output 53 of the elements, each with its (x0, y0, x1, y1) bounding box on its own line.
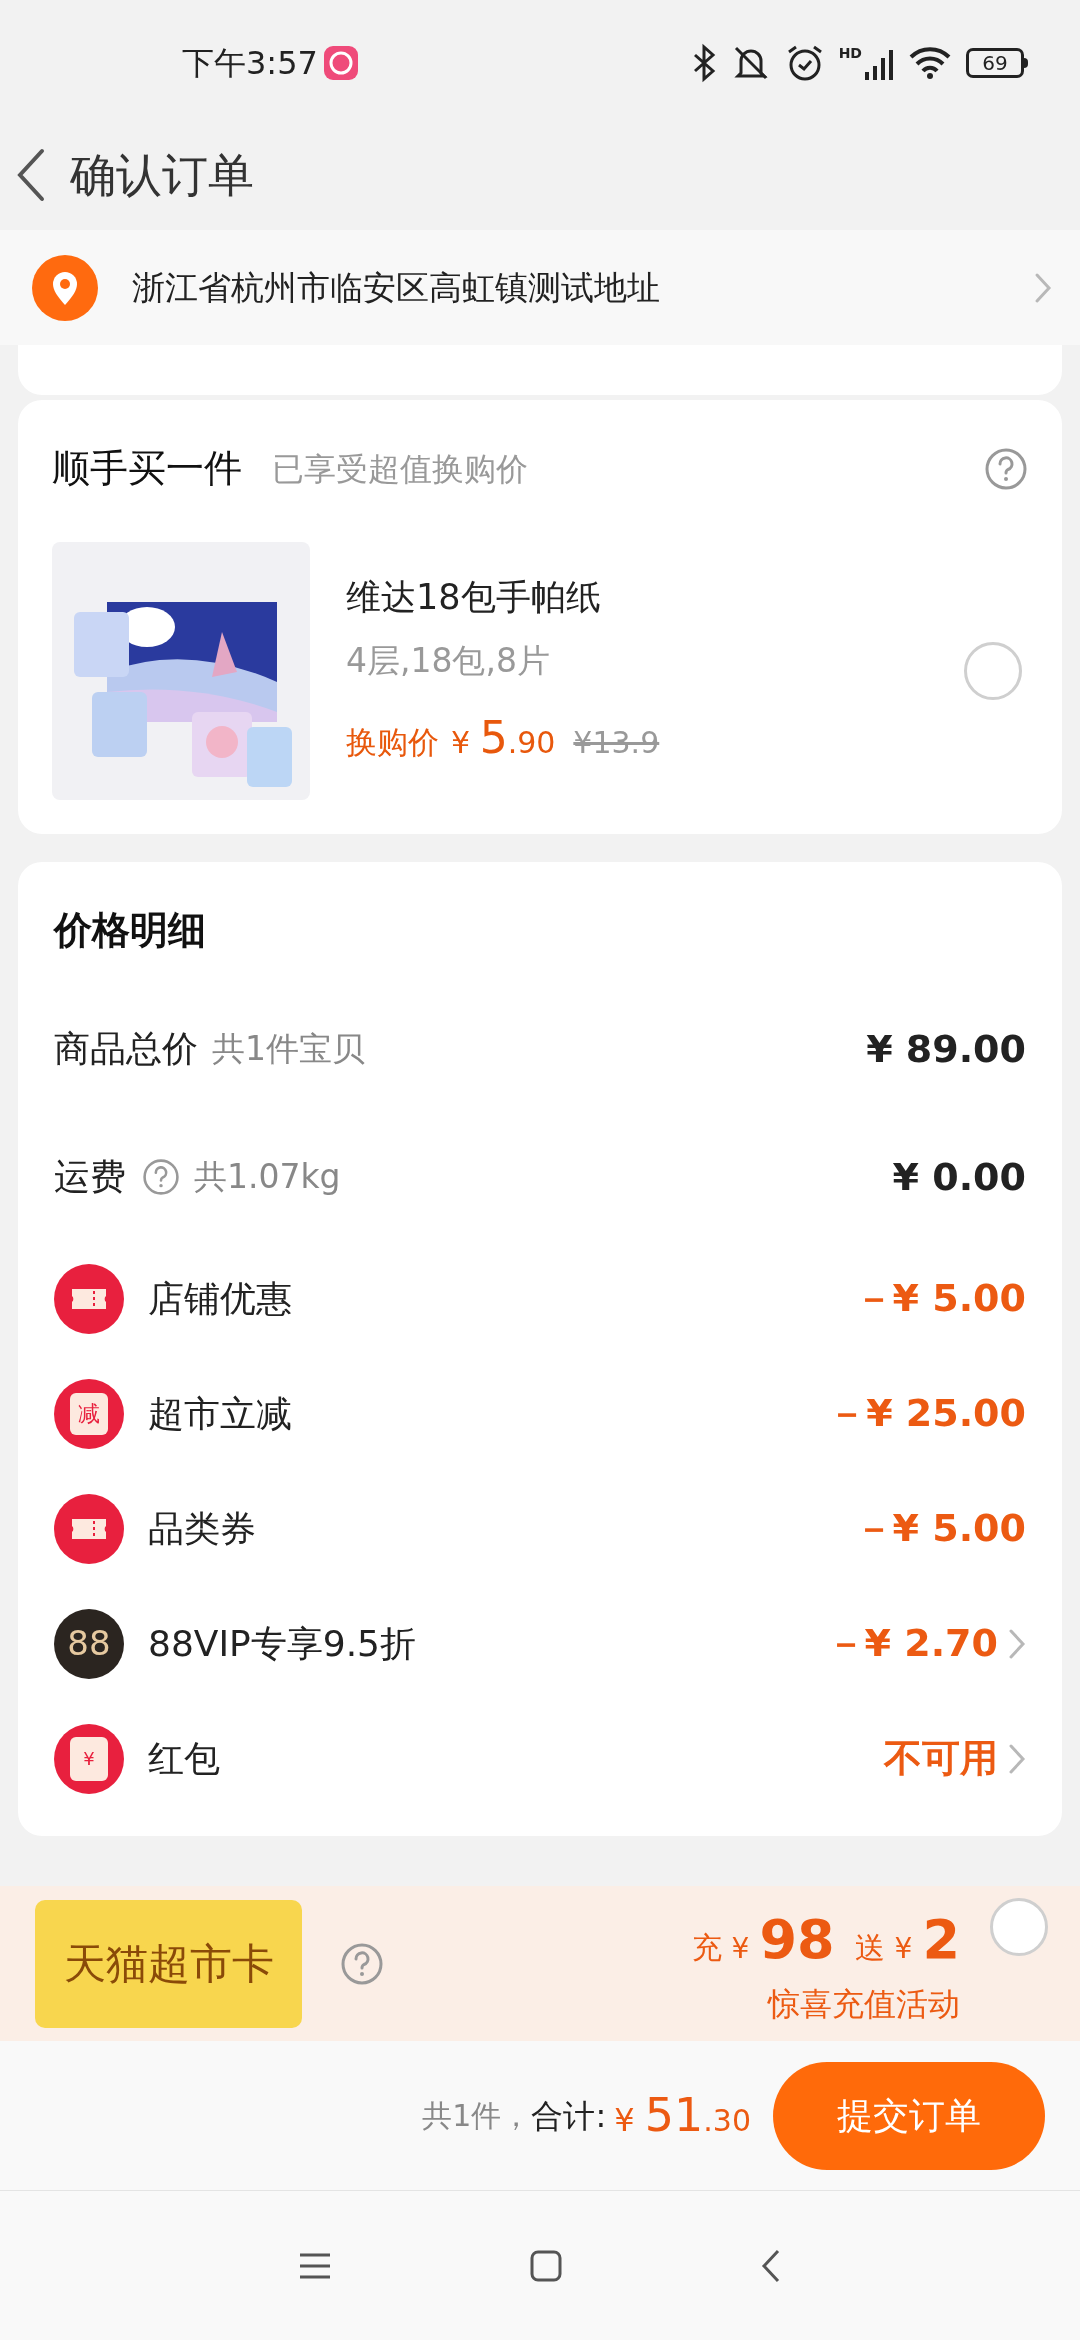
section-title: 价格明细 (54, 907, 207, 954)
help-icon[interactable] (340, 1941, 384, 1986)
row-label: 品类券 (148, 1506, 257, 1551)
supermarket-card-badge[interactable]: 天猫超市卡 (35, 1899, 302, 2028)
envelope-icon: ¥ (54, 1723, 124, 1794)
discount-value: －¥ 2.70 (826, 1620, 998, 1667)
recharge-offer: 充 ¥ 98 送 ¥ 2 (691, 1907, 960, 1973)
coupon-icon (54, 1493, 124, 1564)
row-label: 运费 (54, 1155, 126, 1199)
row-value: ¥ 0.00 (892, 1153, 1026, 1201)
location-pin-icon (32, 254, 98, 321)
network-label: HD (838, 46, 862, 60)
product-name: 维达18包手帕纸 (346, 576, 602, 619)
home-icon[interactable] (529, 2248, 563, 2283)
radio-button[interactable] (990, 1898, 1048, 1956)
page-title: 确认订单 (70, 146, 254, 204)
back-icon[interactable] (759, 2247, 782, 2284)
discount-value: －¥ 25.00 (828, 1390, 1026, 1437)
radio-button[interactable] (964, 642, 1022, 700)
row-label: 店铺优惠 (148, 1276, 293, 1321)
total-label: 合计: (531, 2095, 607, 2137)
row-label: 超市立减 (148, 1391, 293, 1436)
battery-indicator: 69 (966, 48, 1028, 78)
vip-icon: 88 (54, 1608, 124, 1679)
promo-caption: 惊喜充值活动 (768, 1984, 960, 2025)
row-label: 商品总价 (54, 1027, 198, 1071)
discount-value: 不可用 (884, 1735, 998, 1782)
status-time: 下午3:57 (182, 43, 318, 84)
row-note: 共1.07kg (194, 1156, 342, 1199)
exchange-price: ¥ 5.90 (451, 711, 556, 765)
product-spec: 4层,18包,8片 (346, 639, 551, 682)
row-label: 红包 (148, 1736, 221, 1781)
card-subtitle: 已享受超值换购价 (272, 448, 529, 490)
discount-icon: 减 (54, 1378, 124, 1449)
help-icon[interactable] (142, 1158, 180, 1196)
submit-order-button[interactable]: 提交订单 (773, 2061, 1045, 2170)
discount-value: －¥ 5.00 (854, 1505, 1026, 1552)
address-text: 浙江省杭州市临安区高虹镇测试地址 (132, 266, 661, 309)
chevron-icon (1034, 271, 1052, 304)
price-label: 换购价 (346, 723, 439, 762)
discount-value: －¥ 5.00 (854, 1275, 1026, 1322)
row-note: 共1件宝贝 (212, 1028, 366, 1071)
row-value: ¥ 89.00 (866, 1025, 1026, 1073)
row-label: 88VIP专享9.5折 (148, 1621, 417, 1666)
original-price: ¥13.9 (573, 724, 660, 762)
address-bar[interactable]: 浙江省杭州市临安区高虹镇测试地址 (0, 230, 1080, 345)
help-icon[interactable] (984, 446, 1028, 491)
music-app-icon (323, 46, 358, 80)
item-count: 共1件， (422, 2097, 532, 2135)
wifi-icon (908, 45, 952, 81)
coupon-icon (54, 1263, 124, 1334)
card-title: 顺手买一件 (52, 445, 242, 492)
total-price: ¥ 51.30 (614, 2087, 751, 2144)
